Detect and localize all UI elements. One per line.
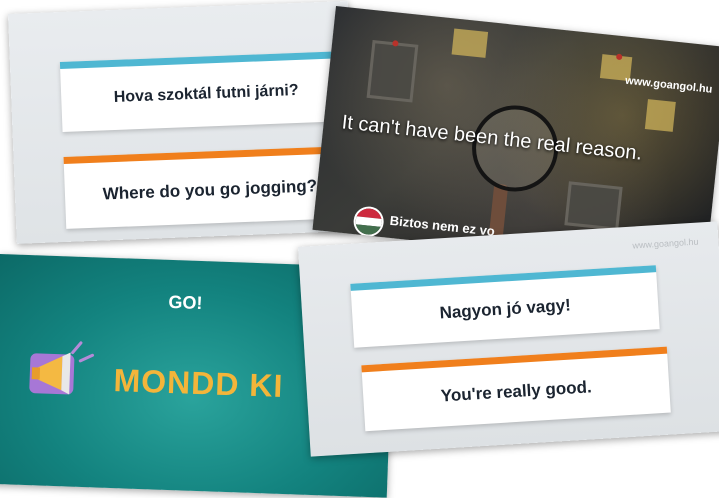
hungarian-phrase: Hova szoktál futni járni? bbox=[113, 81, 299, 106]
site-watermark: www.goangol.hu bbox=[632, 236, 699, 251]
hungarian-phrase-card: Nagyon jó vagy! bbox=[350, 265, 660, 348]
orange-accent-bar bbox=[361, 346, 668, 373]
site-watermark: www.goangol.hu bbox=[624, 74, 713, 96]
flashcard-panel-1: Hova szoktál futni járni? Where do you g… bbox=[8, 0, 357, 244]
sticky-note bbox=[644, 99, 676, 132]
pinned-photo bbox=[366, 40, 419, 103]
english-phrase-card: You're really good. bbox=[361, 346, 671, 432]
megaphone-icon bbox=[29, 341, 95, 395]
blue-accent-bar bbox=[350, 265, 657, 291]
english-phrase: Where do you go jogging? bbox=[102, 176, 318, 204]
hungarian-phrase-card: Hova szoktál futni járni? bbox=[59, 50, 353, 132]
orange-accent-bar bbox=[63, 145, 354, 164]
hungarian-phrase: Nagyon jó vagy! bbox=[439, 295, 572, 323]
blue-accent-bar bbox=[59, 50, 350, 70]
hungarian-flag-icon bbox=[352, 205, 386, 239]
english-phrase-card: Where do you go jogging? bbox=[63, 145, 357, 229]
pinned-photo bbox=[564, 181, 623, 231]
mondd-ki-title: MONDD KI bbox=[113, 362, 284, 404]
flashcard-panel-2: www.goangol.hu Nagyon jó vagy! You're re… bbox=[298, 221, 719, 457]
go-logo: GO! bbox=[168, 291, 203, 314]
sticky-note bbox=[451, 28, 489, 58]
english-phrase: You're really good. bbox=[440, 377, 593, 406]
